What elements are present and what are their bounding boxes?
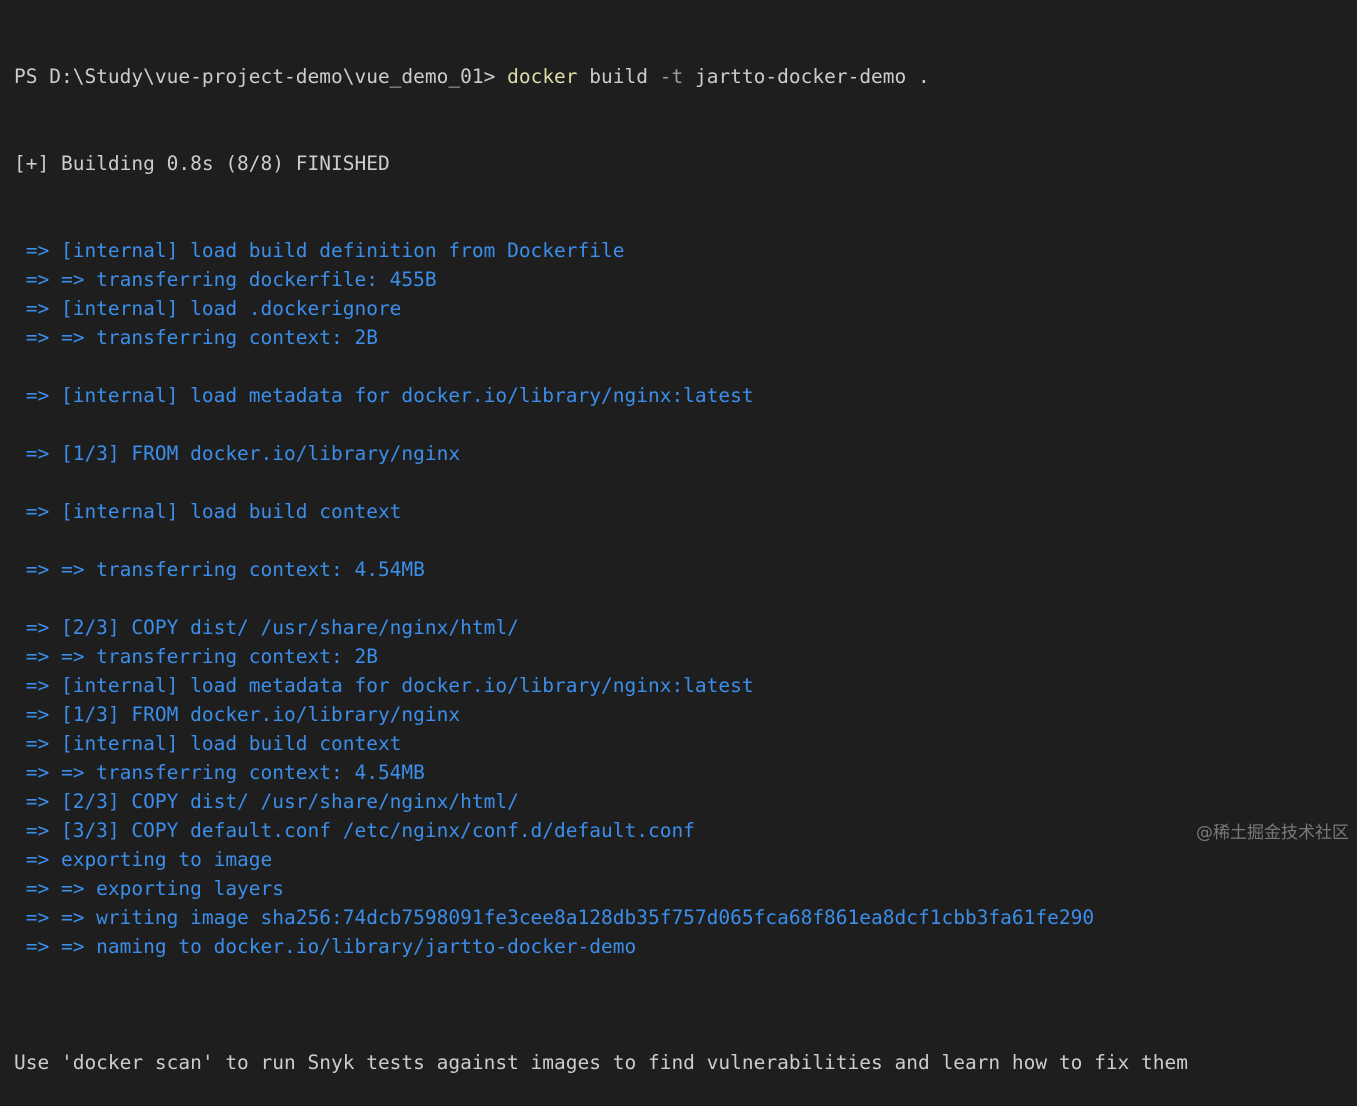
- build-step-line: => [1/3] FROM docker.io/library/nginx: [14, 703, 461, 726]
- build-step-line: => => transferring context: 2B: [14, 645, 378, 668]
- build-step-line: => [internal] load build context: [14, 732, 402, 755]
- build-status-line: [+] Building 0.8s (8/8) FINISHED: [14, 152, 390, 175]
- build-step-line: => [internal] load build context: [14, 500, 402, 523]
- build-step-line: => [2/3] COPY dist/ /usr/share/nginx/htm…: [14, 616, 519, 639]
- command-prompt-line: PS D:\Study\vue-project-demo\vue_demo_01…: [14, 62, 1357, 91]
- footer-hint-line: Use 'docker scan' to run Snyk tests agai…: [14, 1051, 1188, 1074]
- build-step-line: => [internal] load .dockerignore: [14, 297, 402, 320]
- build-step-line: => => exporting layers: [14, 877, 285, 900]
- build-step-line: => [internal] load metadata for docker.i…: [14, 384, 754, 407]
- build-step-line: => [1/3] FROM docker.io/library/nginx: [14, 442, 461, 465]
- build-steps-list: => [internal] load build definition from…: [14, 236, 1357, 990]
- build-step-line: => => naming to docker.io/library/jartto…: [14, 935, 637, 958]
- build-step-line: => => transferring dockerfile: 455B: [14, 268, 437, 291]
- watermark: @稀土掘金技术社区: [1196, 823, 1349, 843]
- build-step-line: => [3/3] COPY default.conf /etc/nginx/co…: [14, 819, 695, 842]
- build-step-line: => => transferring context: 4.54MB: [14, 558, 425, 581]
- build-step-line: => exporting to image: [14, 848, 273, 871]
- terminal-output[interactable]: PS D:\Study\vue-project-demo\vue_demo_01…: [0, 0, 1357, 1074]
- command-subcommand: build: [577, 65, 660, 88]
- build-step-line: => [internal] load build definition from…: [14, 239, 625, 262]
- prompt-prefix: PS D:\Study\vue-project-demo\vue_demo_01…: [14, 65, 508, 88]
- build-step-line: => [2/3] COPY dist/ /usr/share/nginx/htm…: [14, 790, 519, 813]
- build-step-line: => => transferring context: 2B: [14, 326, 378, 349]
- command-name: docker: [507, 65, 578, 88]
- build-step-line: => => writing image sha256:74dcb7598091f…: [14, 906, 1095, 929]
- command-flag: -t: [659, 65, 684, 88]
- command-args: jartto-docker-demo .: [683, 65, 930, 88]
- build-step-line: => => transferring context: 4.54MB: [14, 761, 425, 784]
- build-step-line: => [internal] load metadata for docker.i…: [14, 674, 754, 697]
